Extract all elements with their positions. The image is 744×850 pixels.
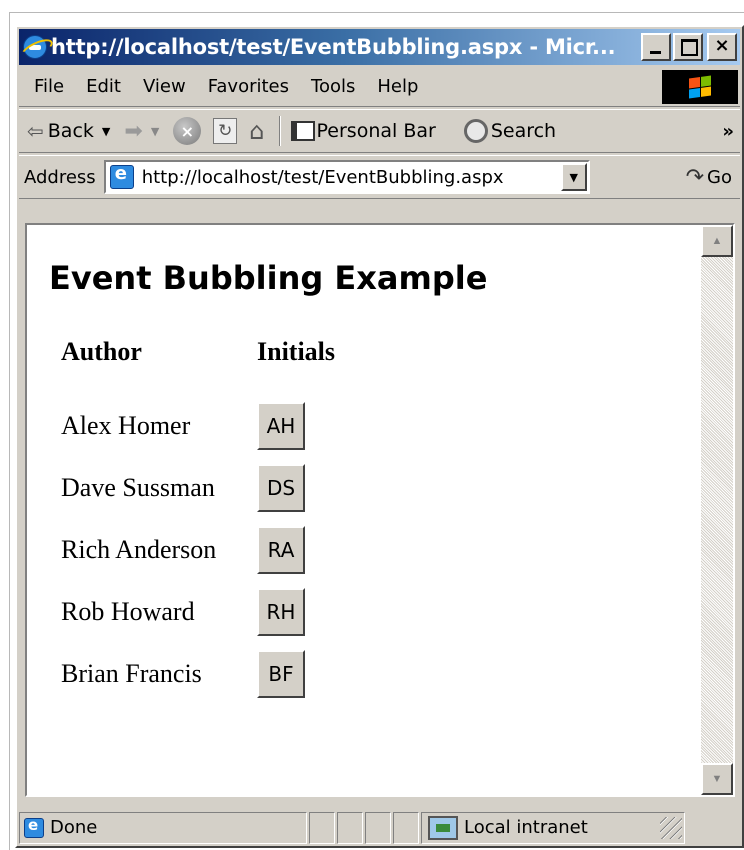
menu-tools[interactable]: Tools <box>300 76 366 97</box>
status-pane <box>337 811 363 844</box>
status-bar: Done Local intranet <box>19 809 740 846</box>
search-button[interactable]: Search <box>436 119 556 143</box>
search-label: Search <box>490 120 557 142</box>
table-row: Brian Francis BF <box>61 643 335 705</box>
go-button[interactable]: ↷ Go <box>686 165 732 190</box>
initials-button[interactable]: AH <box>257 402 305 450</box>
initials-button[interactable]: RH <box>257 588 305 636</box>
status-pane <box>365 811 391 844</box>
initials-button[interactable]: BF <box>257 650 305 698</box>
window-title: http://localhost/test/EventBubbling.aspx… <box>51 35 616 59</box>
table-header: Author Initials <box>61 337 335 395</box>
page-content: Event Bubbling Example Author Initials A… <box>25 223 735 797</box>
menu-file[interactable]: File <box>19 76 75 97</box>
status-pane <box>393 811 419 844</box>
status-main-pane: Done <box>19 811 307 844</box>
minimize-button[interactable] <box>641 33 671 61</box>
status-pane <box>309 811 335 844</box>
menu-help[interactable]: Help <box>366 76 429 97</box>
go-arrow-icon: ↷ <box>685 164 705 190</box>
address-label: Address <box>24 166 96 188</box>
address-bar: Address http://localhost/test/EventBubbl… <box>19 155 740 199</box>
go-label: Go <box>707 166 732 188</box>
address-input[interactable]: http://localhost/test/EventBubbling.aspx… <box>103 160 590 194</box>
back-label: Back <box>47 120 94 142</box>
initials-button[interactable]: RA <box>257 526 305 574</box>
security-zone-pane: Local intranet <box>421 811 685 844</box>
refresh-button[interactable]: ↻ <box>213 118 238 144</box>
menu-view[interactable]: View <box>132 76 197 97</box>
back-dropdown-icon[interactable]: ▼ <box>102 125 110 138</box>
author-name: Rich Anderson <box>61 535 217 564</box>
personal-bar-button[interactable]: Personal Bar <box>290 120 436 142</box>
search-icon <box>463 119 488 143</box>
local-intranet-icon <box>428 815 458 840</box>
menu-edit[interactable]: Edit <box>75 76 132 97</box>
page-heading: Event Bubbling Example <box>49 259 488 297</box>
table-row: Dave Sussman DS <box>61 457 335 519</box>
home-button[interactable]: ⌂ <box>249 117 264 145</box>
menu-favorites[interactable]: Favorites <box>197 76 300 97</box>
column-header-author: Author <box>61 337 142 366</box>
author-name: Brian Francis <box>61 659 202 688</box>
vertical-scrollbar[interactable]: ▲ ▼ <box>701 225 733 795</box>
maximize-button[interactable] <box>673 33 703 61</box>
table-row: Alex Homer AH <box>61 395 335 457</box>
close-button[interactable]: × <box>707 33 737 61</box>
window-controls: × <box>641 33 737 61</box>
browser-window: http://localhost/test/EventBubbling.aspx… <box>15 25 744 848</box>
page-icon <box>109 163 134 189</box>
toolbar-overflow-button[interactable]: » <box>722 121 734 142</box>
column-header-initials: Initials <box>257 337 336 366</box>
resize-grip[interactable] <box>660 816 682 839</box>
back-button[interactable]: ⇦ Back ▼ <box>27 119 110 143</box>
personal-bar-icon <box>290 121 315 141</box>
status-text: Done <box>50 817 98 838</box>
table-row: Rich Anderson RA <box>61 519 335 581</box>
stop-button[interactable]: × <box>173 117 202 145</box>
author-name: Dave Sussman <box>61 473 215 502</box>
windows-flag-icon <box>689 75 711 99</box>
status-page-icon <box>24 816 44 838</box>
address-dropdown-button[interactable]: ▼ <box>560 163 587 191</box>
initials-button[interactable]: DS <box>257 464 305 512</box>
zone-text: Local intranet <box>464 817 588 838</box>
authors-table: Author Initials Alex Homer AH Dave Sussm… <box>61 337 335 705</box>
windows-logo <box>662 70 738 104</box>
toolbar-separator <box>278 116 281 146</box>
title-bar[interactable]: http://localhost/test/EventBubbling.aspx… <box>19 29 740 65</box>
personal-bar-label: Personal Bar <box>316 120 436 142</box>
ie-icon <box>23 35 47 59</box>
forward-button[interactable]: ➡ <box>124 119 142 144</box>
author-name: Rob Howard <box>61 597 195 626</box>
scroll-up-button[interactable]: ▲ <box>701 225 733 257</box>
scroll-down-button[interactable]: ▼ <box>701 763 733 795</box>
standard-toolbar: ⇦ Back ▼ ➡ ▼ × ↻ ⌂ Personal Bar Search » <box>19 109 740 153</box>
author-name: Alex Homer <box>61 411 191 440</box>
forward-dropdown-icon[interactable]: ▼ <box>151 125 159 138</box>
table-row: Rob Howard RH <box>61 581 335 643</box>
back-arrow-icon: ⇦ <box>27 119 44 143</box>
address-url[interactable]: http://localhost/test/EventBubbling.aspx <box>142 167 561 188</box>
menu-bar: File Edit View Favorites Tools Help <box>19 67 740 107</box>
